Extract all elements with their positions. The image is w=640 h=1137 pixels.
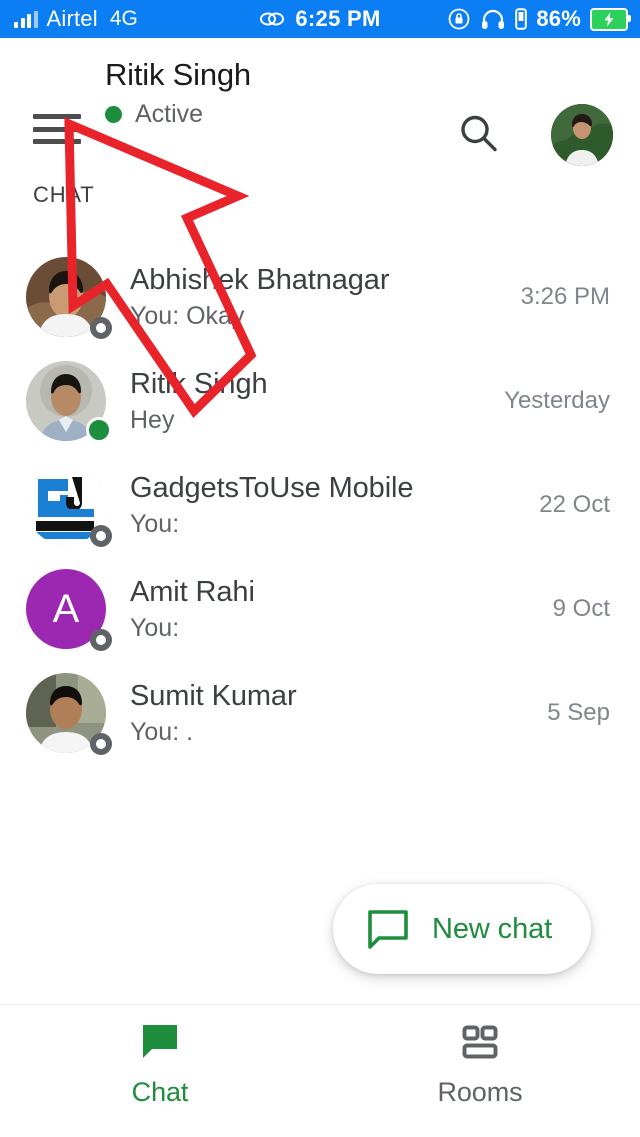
list-item-name: Amit Rahi (130, 576, 255, 608)
list-item-name: Sumit Kumar (130, 680, 297, 712)
tab-chat[interactable]: Chat (0, 1005, 320, 1137)
vibrate-icon (515, 8, 528, 30)
bottom-navigation: Chat Rooms (0, 1004, 640, 1137)
battery-charging-icon (590, 7, 631, 31)
list-item-text: Sumit Kumar You: . (130, 678, 533, 748)
carrier-label: Airtel (46, 6, 98, 31)
list-item[interactable]: A Amit Rahi You: 9 Oct (0, 557, 640, 661)
rotation-lock-icon (448, 8, 470, 30)
avatar-wrapper (26, 465, 112, 547)
clock-label: 6:25 PM (295, 6, 381, 31)
status-bar: Airtel 4G 6:25 PM 86% (0, 0, 640, 38)
list-item[interactable]: Ritik Singh Hey Yesterday (0, 349, 640, 453)
search-icon[interactable] (455, 110, 503, 158)
tab-rooms-label: Rooms (437, 1076, 523, 1107)
chat-bubble-outline-icon (368, 910, 408, 949)
list-item-preview: You: Okay (130, 302, 245, 330)
list-item-timestamp: 3:26 PM (520, 283, 610, 310)
list-item-text: GadgetsToUse Mobile You: (130, 470, 525, 540)
status-bar-right: 86% (447, 6, 631, 32)
list-item-text: Ritik Singh Hey (130, 366, 490, 436)
tab-rooms[interactable]: Rooms (320, 1005, 640, 1137)
presence-badge-online (86, 417, 112, 443)
header-title-block: Ritik Singh Active (105, 56, 251, 128)
list-item[interactable]: GadgetsToUse Mobile You: 22 Oct (0, 453, 640, 557)
list-item-timestamp: Yesterday (504, 387, 610, 414)
chat-bubble-filled-icon (143, 1024, 177, 1058)
chat-list: Abhishek Bhatnagar You: Okay 3:26 PM Rit… (0, 245, 640, 765)
tab-chat-label: Chat (131, 1076, 189, 1107)
new-chat-label: New chat (432, 912, 553, 945)
signal-bars-icon (14, 10, 38, 28)
list-item-name: Ritik Singh (130, 368, 268, 400)
avatar-wrapper (26, 673, 112, 755)
section-label-chat: CHAT (33, 182, 95, 207)
list-item-name: GadgetsToUse Mobile (130, 472, 414, 504)
new-chat-button[interactable]: New chat (333, 884, 591, 974)
app-header: Ritik Singh Active (0, 38, 640, 166)
list-item-timestamp: 5 Sep (547, 699, 610, 726)
headphones-icon (482, 9, 505, 29)
avatar[interactable] (551, 104, 613, 166)
list-item-name: Abhishek Bhatnagar (130, 264, 390, 296)
rooms-grid-icon (462, 1025, 498, 1058)
battery-percent-label: 86% (536, 6, 581, 31)
link-icon (260, 12, 285, 26)
list-item-preview: You: (130, 510, 180, 538)
list-item-preview: You: (130, 614, 180, 642)
list-item-preview: You: . (130, 718, 194, 746)
list-item[interactable]: Abhishek Bhatnagar You: Okay 3:26 PM (0, 245, 640, 349)
avatar-wrapper: A (26, 569, 112, 651)
list-item-text: Abhishek Bhatnagar You: Okay (130, 262, 507, 332)
status-bar-left: Airtel 4G (14, 6, 138, 32)
presence-badge-offline (90, 629, 112, 651)
presence-badge-offline (90, 317, 112, 339)
list-item-preview: Hey (130, 406, 175, 434)
avatar-initial-letter: A (52, 586, 80, 631)
list-item-text: Amit Rahi You: (130, 574, 539, 644)
presence-row: Active (105, 100, 251, 128)
presence-status-label: Active (135, 100, 204, 128)
list-item-timestamp: 9 Oct (552, 595, 610, 622)
avatar-wrapper (26, 257, 112, 339)
hamburger-menu-icon[interactable] (33, 114, 81, 144)
avatar-wrapper (26, 361, 112, 443)
presence-badge-offline (90, 525, 112, 547)
presence-dot-icon (105, 105, 122, 123)
network-type-label: 4G (109, 7, 138, 30)
presence-badge-offline (90, 733, 112, 755)
list-item-timestamp: 22 Oct (539, 491, 610, 518)
page-title: Ritik Singh (105, 57, 251, 92)
list-item[interactable]: Sumit Kumar You: . 5 Sep (0, 661, 640, 765)
